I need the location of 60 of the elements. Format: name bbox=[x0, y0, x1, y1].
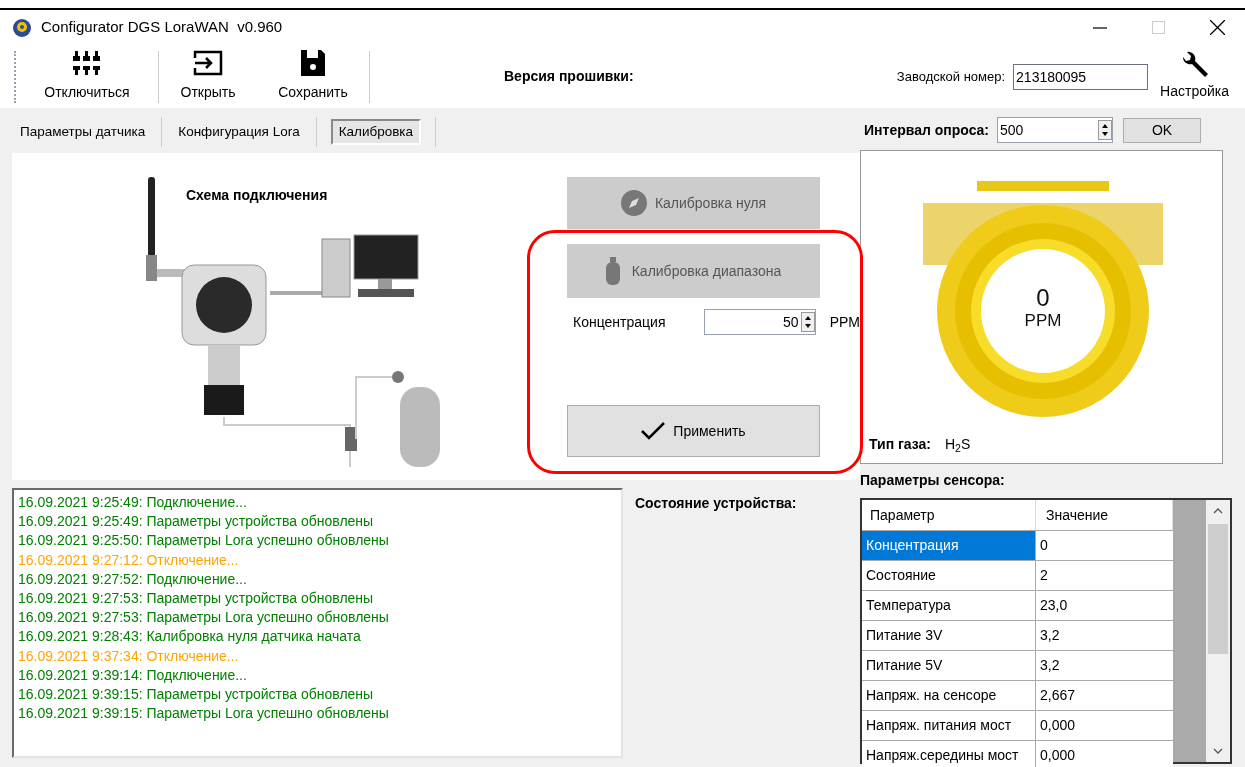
log-line: 16.09.2021 9:25:49: Параметры устройства обновлены bbox=[18, 512, 374, 532]
log-line: 16.09.2021 9:39:15: Параметры устройства обновлены bbox=[18, 685, 374, 705]
table-cell-text: 0,000 bbox=[1039, 716, 1077, 735]
ok-button[interactable]: OK bbox=[1123, 117, 1202, 143]
toolbar-button[interactable]: Отключиться bbox=[16, 48, 158, 105]
table-cell-text: 23,0 bbox=[1039, 596, 1069, 615]
poll-interval-label: Интервал опроса: bbox=[864, 120, 990, 140]
apply-button[interactable]: Применить bbox=[567, 405, 820, 457]
device-state-label: Состояние устройства: bbox=[635, 494, 797, 513]
plug-pins-icon bbox=[71, 50, 103, 76]
gas-type-value: H$_{2}$S bbox=[945, 435, 971, 455]
poll-interval-spinbox[interactable]: 500 bbox=[997, 117, 1114, 143]
log-line: 16.09.2021 9:25:49: Подключение... bbox=[18, 493, 247, 512]
span-calibration-button[interactable]: Калибровка диапазона bbox=[567, 244, 820, 298]
table-cell-text: 0 bbox=[1039, 536, 1049, 555]
log-line: 16.09.2021 9:27:52: Подключение... bbox=[18, 569, 247, 589]
serial-number-field[interactable]: 213180095 bbox=[1013, 63, 1149, 90]
compass-icon bbox=[620, 190, 647, 216]
gauge-value: 0 bbox=[1036, 285, 1050, 311]
concentration-spinbox[interactable]: 50 bbox=[704, 309, 816, 335]
spin-arrows-icon bbox=[1098, 120, 1113, 140]
table-cell-text: 3,2 bbox=[1039, 656, 1061, 675]
table-cell[interactable]: Концентрация bbox=[862, 531, 1036, 560]
zero-calibration-button[interactable]: Калибровка нуля bbox=[567, 177, 820, 229]
gas-cylinder-icon bbox=[605, 257, 620, 285]
toolbar-button[interactable]: Открыть bbox=[159, 48, 257, 105]
serial-number-label: Заводской номер: bbox=[896, 67, 1006, 86]
log-line: 16.09.2021 9:37:34: Отключение... bbox=[18, 646, 239, 666]
log-line: 16.09.2021 9:27:53: Параметры Lora успешно обновлены bbox=[18, 608, 389, 628]
toolbar-button[interactable]: Сохранить bbox=[257, 48, 369, 105]
sign-in-icon bbox=[193, 50, 223, 76]
window-title: Configurator DGS LoraWAN v0.960 bbox=[41, 17, 283, 38]
gas-type-label: Тип газа: bbox=[869, 435, 931, 454]
log-line: 16.09.2021 9:27:12: Отключение... bbox=[18, 550, 239, 570]
sensor-params-title: Параметры сенсора: bbox=[860, 471, 1005, 490]
concentration-label: Концентрация bbox=[573, 312, 667, 332]
table-cell-text: 3,2 bbox=[1039, 626, 1061, 645]
unit-label: PPM bbox=[829, 312, 860, 332]
close-icon[interactable] bbox=[1210, 20, 1225, 35]
log-line: 16.09.2021 9:27:53: Параметры устройства обновлены bbox=[18, 589, 374, 608]
diagram-title: Схема подключения bbox=[186, 186, 328, 205]
scroll-down-icon[interactable] bbox=[1213, 748, 1223, 754]
gauge-unit: PPM bbox=[1024, 311, 1062, 331]
tab[interactable]: Калибровка bbox=[330, 119, 422, 145]
table-cell-text: 0,000 bbox=[1039, 746, 1077, 765]
tab[interactable]: Конфигурация Lora bbox=[170, 119, 308, 145]
settings-button[interactable]: Настройка bbox=[1160, 51, 1229, 102]
table-cell-text: 2,667 bbox=[1039, 686, 1077, 705]
tab[interactable]: Параметры датчика bbox=[12, 119, 154, 145]
log-line: 16.09.2021 9:39:14: Подключение... bbox=[18, 665, 247, 685]
log-line: 16.09.2021 9:25:50: Параметры Lora успешно обновлены bbox=[18, 531, 389, 551]
spin-arrows-icon bbox=[800, 312, 815, 332]
table-cell-text: 2 bbox=[1039, 566, 1049, 585]
firmware-label: Версия прошивки: bbox=[504, 67, 634, 86]
app-logo-icon bbox=[12, 17, 32, 38]
checkmark-icon bbox=[641, 422, 666, 440]
log-line: 16.09.2021 9:39:15: Параметры Lora успешно обновлены bbox=[18, 704, 389, 724]
scroll-up-icon[interactable] bbox=[1213, 508, 1223, 514]
log-line: 16.09.2021 9:28:43: Калибровка нуля датчика начата bbox=[18, 627, 361, 647]
table-scrollbar[interactable] bbox=[1206, 500, 1230, 762]
